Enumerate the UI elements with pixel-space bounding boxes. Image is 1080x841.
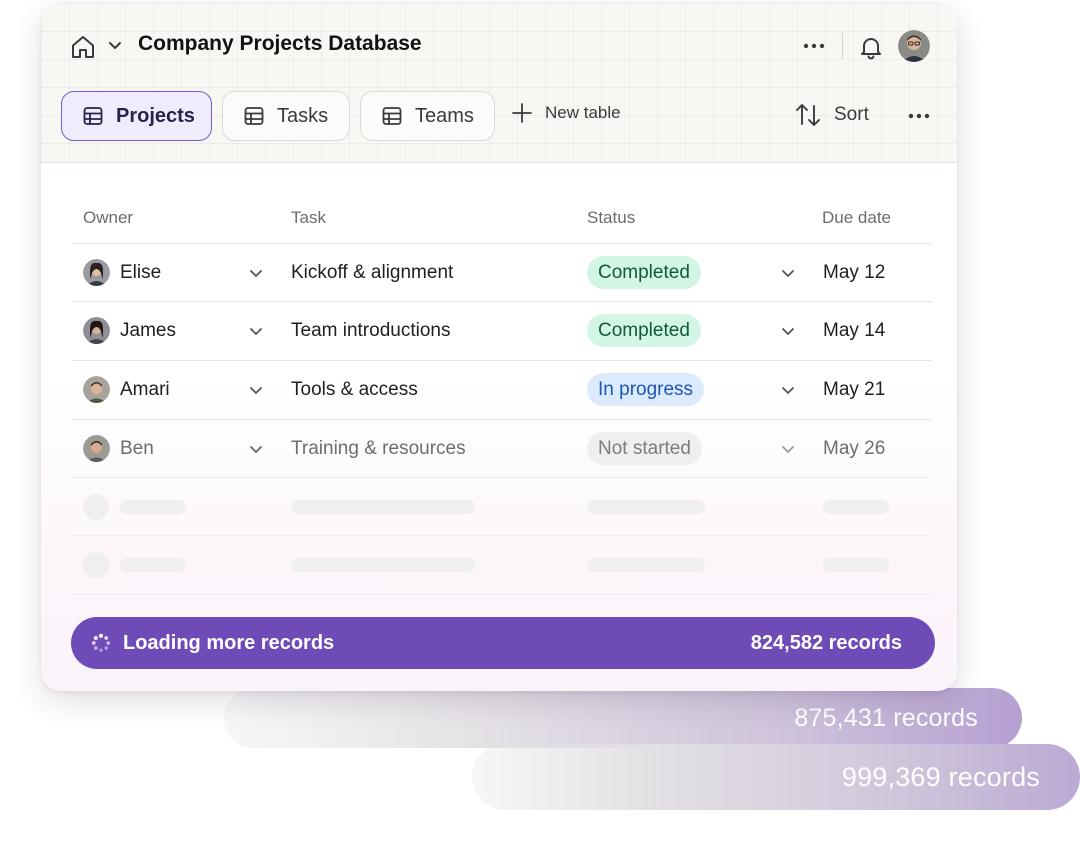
skeleton-row — [72, 477, 932, 535]
owner-name: James — [120, 320, 176, 341]
owner-name: Ben — [120, 438, 154, 459]
owner-name: Elise — [120, 262, 162, 283]
due-date: May 12 — [823, 262, 886, 283]
tab-label: Teams — [415, 104, 474, 127]
due-date: May 26 — [823, 438, 886, 459]
table-row[interactable]: Elise Kickoff & alignment Completed May … — [72, 243, 932, 301]
background-records-pill: 999,369 records — [472, 744, 1080, 810]
avatar — [83, 317, 110, 344]
new-table-button[interactable]: New table — [511, 102, 621, 124]
chevron-down-icon[interactable] — [248, 442, 264, 456]
background-records-pill: 875,431 records — [224, 688, 1022, 748]
chevron-down-icon[interactable] — [780, 383, 796, 397]
loading-label: Loading more records — [123, 631, 335, 654]
chevron-down-icon[interactable] — [248, 324, 264, 338]
avatar — [83, 259, 110, 286]
bell-icon[interactable] — [857, 33, 885, 61]
table-icon — [83, 107, 103, 125]
table-icon — [244, 107, 264, 125]
task-name: Team introductions — [291, 320, 451, 341]
tab-teams[interactable]: Teams — [360, 91, 495, 141]
chevron-down-icon[interactable] — [780, 442, 796, 456]
avatar — [83, 376, 110, 403]
sort-icon — [796, 104, 820, 126]
chevron-down-icon[interactable] — [780, 324, 796, 338]
loading-records-bar: Loading more records 824,582 records — [71, 617, 935, 669]
skeleton-row — [72, 535, 932, 593]
due-date: May 21 — [823, 379, 886, 400]
tab-tasks[interactable]: Tasks — [222, 91, 350, 141]
status-badge: Completed — [587, 256, 701, 289]
spinner-icon — [91, 633, 110, 652]
background-records-count: 999,369 records — [841, 761, 1040, 792]
status-badge: Completed — [587, 314, 701, 347]
background-records-count: 875,431 records — [794, 703, 978, 732]
home-icon[interactable] — [69, 33, 97, 61]
column-header-status[interactable]: Status — [587, 208, 635, 228]
page-title: Company Projects Database — [138, 32, 422, 55]
task-name: Training & resources — [291, 438, 466, 459]
chevron-down-icon[interactable] — [107, 37, 123, 53]
more-icon[interactable] — [907, 107, 931, 125]
column-header-due-date[interactable]: Due date — [822, 208, 891, 228]
task-name: Kickoff & alignment — [291, 262, 454, 283]
more-icon[interactable] — [801, 36, 827, 56]
tab-label: Tasks — [277, 104, 329, 127]
new-table-label: New table — [545, 103, 621, 122]
database-card: Company Projects Database Projects Tasks… — [41, 3, 957, 691]
plus-icon — [512, 103, 532, 123]
tab-projects[interactable]: Projects — [61, 91, 212, 141]
sort-label: Sort — [834, 104, 869, 125]
owner-name: Amari — [120, 379, 170, 400]
task-name: Tools & access — [291, 379, 418, 400]
chevron-down-icon[interactable] — [248, 266, 264, 280]
column-header-task[interactable]: Task — [291, 208, 326, 228]
sort-button[interactable]: Sort — [794, 102, 869, 128]
chevron-down-icon[interactable] — [248, 383, 264, 397]
due-date: May 14 — [823, 320, 886, 341]
header-divider — [842, 33, 843, 59]
card-header: Company Projects Database Projects Tasks… — [41, 3, 957, 163]
table-row[interactable]: Amari Tools & access In progress May 21 — [72, 360, 932, 418]
column-header-owner[interactable]: Owner — [83, 208, 133, 228]
tab-label: Projects — [116, 104, 195, 127]
user-avatar[interactable] — [898, 30, 930, 62]
records-count: 824,582 records — [750, 631, 902, 654]
status-badge: In progress — [587, 373, 705, 406]
table-row[interactable]: Ben Training & resources Not started May… — [72, 419, 932, 477]
avatar — [83, 435, 110, 462]
chevron-down-icon[interactable] — [780, 266, 796, 280]
status-badge: Not started — [587, 432, 702, 465]
table-row[interactable]: James Team introductions Completed May 1… — [72, 301, 932, 359]
table-icon — [382, 107, 402, 125]
